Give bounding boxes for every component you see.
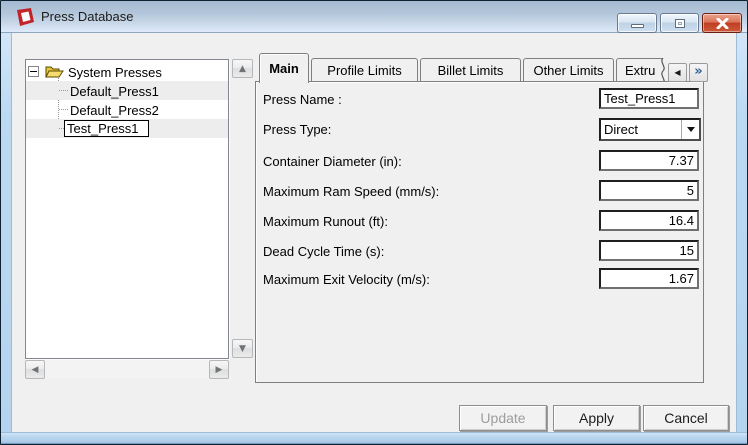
window-frame-right xyxy=(736,33,747,434)
tab-label: Other Limits xyxy=(533,63,604,78)
tree-item-default-press1[interactable]: Default_Press1 xyxy=(26,81,228,100)
close-button[interactable] xyxy=(702,13,742,33)
tab-label: Billet Limits xyxy=(437,63,504,78)
tree-item-default-press2[interactable]: Default_Press2 xyxy=(26,100,228,119)
minimize-icon xyxy=(630,24,644,28)
tab-label: Profile Limits xyxy=(327,63,402,78)
qform-logo-icon xyxy=(17,8,34,26)
window-frame-bottom xyxy=(1,432,747,444)
dead-cycle-time-label: Dead Cycle Time (s): xyxy=(263,244,385,259)
tab-scroll-right-button[interactable]: » xyxy=(689,63,708,82)
down-arrow-icon: ▼ xyxy=(239,343,246,354)
maximize-button[interactable] xyxy=(660,13,699,33)
update-button[interactable]: Update xyxy=(459,405,547,431)
tab-other-limits[interactable]: Other Limits xyxy=(523,58,614,82)
press-tree[interactable]: System Presses Default_Press1 Default_Pr… xyxy=(25,59,229,359)
tree-branch-stub xyxy=(59,109,68,110)
minimize-button[interactable] xyxy=(617,13,657,33)
tab-profile-limits[interactable]: Profile Limits xyxy=(311,58,418,82)
press-database-window: Press Database System Presses Default_Pr… xyxy=(0,0,748,445)
maximize-icon xyxy=(674,18,685,28)
left-arrow-icon: ◀ xyxy=(31,364,39,375)
max-ram-speed-label: Maximum Ram Speed (mm/s): xyxy=(263,184,440,199)
tree-scroll-up-button[interactable]: ▲ xyxy=(232,59,253,78)
update-button-label: Update xyxy=(480,410,526,426)
tree-item-label: Default_Press2 xyxy=(70,103,159,118)
close-icon xyxy=(716,17,728,29)
press-type-label: Press Type: xyxy=(263,122,332,137)
open-folder-icon xyxy=(45,66,64,78)
tab-scroll-left-button[interactable]: ◀ xyxy=(668,63,687,82)
apply-button-label: Apply xyxy=(578,410,615,426)
tree-scroll-left-button[interactable]: ◀ xyxy=(25,360,45,379)
tree-scroll-down-button[interactable]: ▼ xyxy=(232,339,253,358)
tree-item-rename-input[interactable] xyxy=(64,120,149,137)
tree-branch-stub xyxy=(59,90,68,91)
max-runout-input[interactable] xyxy=(599,210,699,231)
tree-root-label: System Presses xyxy=(68,65,162,80)
max-runout-label: Maximum Runout (ft): xyxy=(263,214,388,229)
tab-label: Extru xyxy=(625,63,656,78)
press-name-input[interactable] xyxy=(599,88,699,109)
container-diameter-label: Container Diameter (in): xyxy=(263,154,402,169)
tree-item-label: Default_Press1 xyxy=(70,84,159,99)
up-arrow-icon: ▲ xyxy=(239,63,246,74)
titlebar[interactable]: Press Database xyxy=(1,1,747,33)
dead-cycle-time-input[interactable] xyxy=(599,240,699,261)
max-exit-velocity-input[interactable] xyxy=(599,268,699,289)
tab-extrusion-truncated[interactable]: Extru xyxy=(616,58,665,84)
tab-scroll-right-icon: » xyxy=(694,63,703,79)
press-type-selected-value: Direct xyxy=(604,122,638,137)
tree-item-test-press1[interactable] xyxy=(26,119,228,138)
tree-horizontal-scrollbar[interactable] xyxy=(25,360,229,379)
window-title: Press Database xyxy=(41,9,134,24)
cancel-button-label: Cancel xyxy=(664,410,708,426)
max-exit-velocity-label: Maximum Exit Velocity (m/s): xyxy=(263,272,430,287)
container-diameter-input[interactable] xyxy=(599,150,699,171)
dropdown-arrow-icon xyxy=(686,127,695,132)
window-frame-left xyxy=(1,33,12,434)
max-ram-speed-input[interactable] xyxy=(599,180,699,201)
tree-root-system-presses[interactable]: System Presses xyxy=(26,62,228,81)
right-arrow-icon: ▶ xyxy=(215,364,223,375)
press-type-dropdown-button[interactable] xyxy=(681,120,699,139)
tab-label: Main xyxy=(269,61,299,76)
press-type-dropdown[interactable]: Direct xyxy=(599,118,701,141)
apply-button[interactable]: Apply xyxy=(553,405,640,431)
tab-scroll-left-icon: ◀ xyxy=(674,68,681,77)
expand-minus-icon[interactable] xyxy=(28,66,39,77)
tab-main[interactable]: Main xyxy=(259,53,309,83)
tree-scroll-right-button[interactable]: ▶ xyxy=(209,360,229,379)
press-name-label: Press Name : xyxy=(263,92,342,107)
tab-billet-limits[interactable]: Billet Limits xyxy=(420,58,521,82)
cancel-button[interactable]: Cancel xyxy=(643,405,729,431)
